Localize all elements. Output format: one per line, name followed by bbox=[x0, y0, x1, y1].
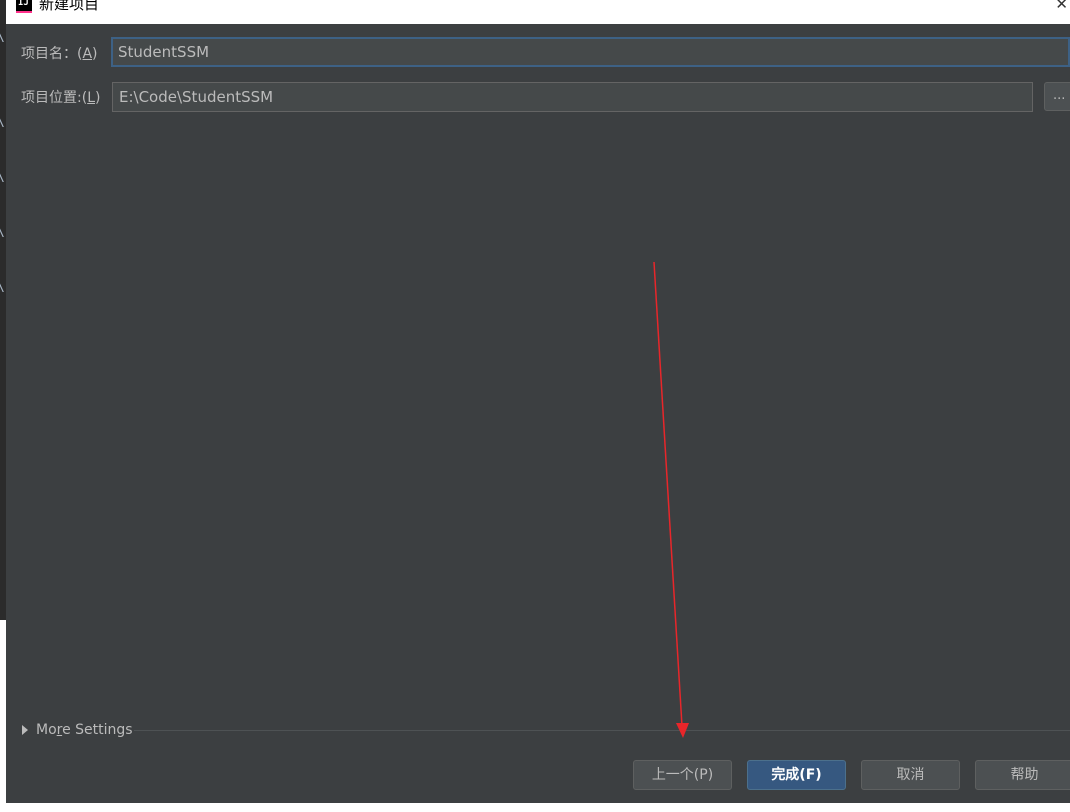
intellij-app-icon: IJ bbox=[16, 0, 32, 13]
title-bar: IJ 新建项目 ✕ bbox=[6, 0, 1070, 24]
cancel-button[interactable]: 取消 bbox=[861, 760, 960, 790]
new-project-dialog: IJ 新建项目 ✕ 项目名：(A) StudentSSM 项目位置:(L) E:… bbox=[6, 0, 1070, 803]
project-location-label: 项目位置:(L) bbox=[21, 90, 101, 106]
finish-button[interactable]: 完成(F) bbox=[747, 760, 846, 790]
browse-location-button[interactable]: ... bbox=[1044, 82, 1070, 111]
expand-triangle-icon bbox=[22, 725, 28, 735]
project-location-input[interactable]: E:\Code\StudentSSM bbox=[112, 82, 1033, 112]
help-button[interactable]: 帮助 bbox=[975, 760, 1070, 790]
more-settings-divider bbox=[134, 730, 1070, 731]
close-icon[interactable]: ✕ bbox=[1055, 0, 1068, 14]
project-name-input[interactable]: StudentSSM bbox=[111, 37, 1070, 67]
project-name-label: 项目名：(A) bbox=[21, 46, 98, 62]
dialog-title: 新建项目 bbox=[39, 0, 100, 13]
more-settings-toggle[interactable]: More Settings bbox=[22, 722, 133, 738]
previous-button[interactable]: 上一个(P) bbox=[633, 760, 732, 790]
screen-bottom-edge bbox=[0, 803, 1070, 812]
